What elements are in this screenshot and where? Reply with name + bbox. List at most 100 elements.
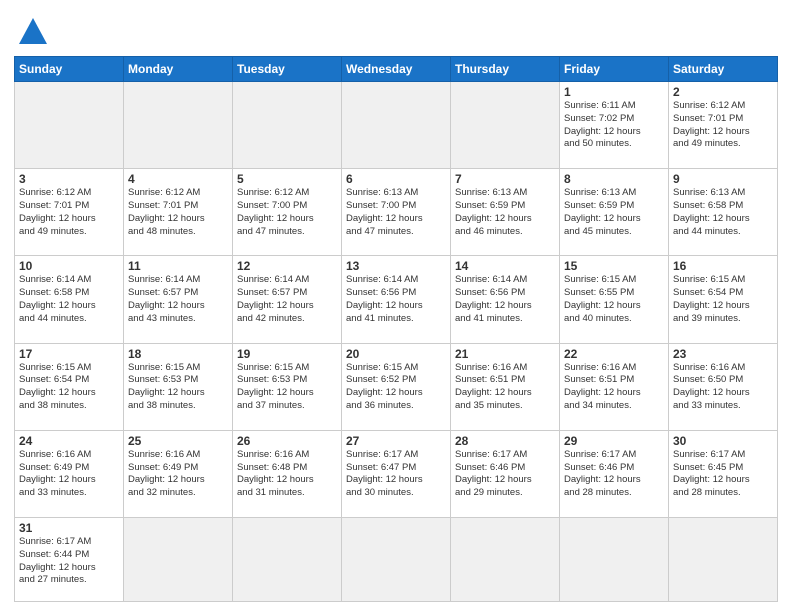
day-number: 25 bbox=[128, 434, 228, 448]
day-info: Sunrise: 6:16 AM Sunset: 6:51 PM Dayligh… bbox=[455, 362, 555, 413]
weekday-header-saturday: Saturday bbox=[669, 57, 778, 82]
day-number: 11 bbox=[128, 259, 228, 273]
day-number: 20 bbox=[346, 347, 446, 361]
day-number: 4 bbox=[128, 172, 228, 186]
week-row-1: 1Sunrise: 6:11 AM Sunset: 7:02 PM Daylig… bbox=[15, 82, 778, 169]
calendar-cell: 27Sunrise: 6:17 AM Sunset: 6:47 PM Dayli… bbox=[342, 430, 451, 517]
day-info: Sunrise: 6:13 AM Sunset: 6:59 PM Dayligh… bbox=[564, 187, 664, 238]
day-info: Sunrise: 6:15 AM Sunset: 6:54 PM Dayligh… bbox=[19, 362, 119, 413]
calendar-cell: 17Sunrise: 6:15 AM Sunset: 6:54 PM Dayli… bbox=[15, 343, 124, 430]
calendar-cell: 20Sunrise: 6:15 AM Sunset: 6:52 PM Dayli… bbox=[342, 343, 451, 430]
calendar-cell: 19Sunrise: 6:15 AM Sunset: 6:53 PM Dayli… bbox=[233, 343, 342, 430]
calendar-cell bbox=[233, 82, 342, 169]
day-number: 28 bbox=[455, 434, 555, 448]
calendar-cell bbox=[124, 82, 233, 169]
calendar-cell: 2Sunrise: 6:12 AM Sunset: 7:01 PM Daylig… bbox=[669, 82, 778, 169]
week-row-6: 31Sunrise: 6:17 AM Sunset: 6:44 PM Dayli… bbox=[15, 517, 778, 601]
weekday-header-sunday: Sunday bbox=[15, 57, 124, 82]
calendar-cell: 29Sunrise: 6:17 AM Sunset: 6:46 PM Dayli… bbox=[560, 430, 669, 517]
day-number: 3 bbox=[19, 172, 119, 186]
day-number: 23 bbox=[673, 347, 773, 361]
day-info: Sunrise: 6:14 AM Sunset: 6:58 PM Dayligh… bbox=[19, 274, 119, 325]
day-number: 13 bbox=[346, 259, 446, 273]
day-number: 8 bbox=[564, 172, 664, 186]
day-number: 7 bbox=[455, 172, 555, 186]
day-number: 18 bbox=[128, 347, 228, 361]
week-row-3: 10Sunrise: 6:14 AM Sunset: 6:58 PM Dayli… bbox=[15, 256, 778, 343]
calendar-cell bbox=[124, 517, 233, 601]
day-info: Sunrise: 6:12 AM Sunset: 7:01 PM Dayligh… bbox=[19, 187, 119, 238]
calendar-cell: 30Sunrise: 6:17 AM Sunset: 6:45 PM Dayli… bbox=[669, 430, 778, 517]
calendar-cell: 28Sunrise: 6:17 AM Sunset: 6:46 PM Dayli… bbox=[451, 430, 560, 517]
calendar-cell: 18Sunrise: 6:15 AM Sunset: 6:53 PM Dayli… bbox=[124, 343, 233, 430]
day-info: Sunrise: 6:14 AM Sunset: 6:57 PM Dayligh… bbox=[128, 274, 228, 325]
day-number: 29 bbox=[564, 434, 664, 448]
calendar-cell: 25Sunrise: 6:16 AM Sunset: 6:49 PM Dayli… bbox=[124, 430, 233, 517]
day-info: Sunrise: 6:16 AM Sunset: 6:51 PM Dayligh… bbox=[564, 362, 664, 413]
logo-area bbox=[14, 10, 56, 48]
day-info: Sunrise: 6:12 AM Sunset: 7:01 PM Dayligh… bbox=[128, 187, 228, 238]
day-number: 31 bbox=[19, 521, 119, 535]
day-info: Sunrise: 6:17 AM Sunset: 6:44 PM Dayligh… bbox=[19, 536, 119, 587]
day-info: Sunrise: 6:15 AM Sunset: 6:55 PM Dayligh… bbox=[564, 274, 664, 325]
calendar-cell: 26Sunrise: 6:16 AM Sunset: 6:48 PM Dayli… bbox=[233, 430, 342, 517]
day-info: Sunrise: 6:13 AM Sunset: 6:59 PM Dayligh… bbox=[455, 187, 555, 238]
calendar-cell: 11Sunrise: 6:14 AM Sunset: 6:57 PM Dayli… bbox=[124, 256, 233, 343]
calendar-cell: 24Sunrise: 6:16 AM Sunset: 6:49 PM Dayli… bbox=[15, 430, 124, 517]
calendar-cell bbox=[233, 517, 342, 601]
day-number: 2 bbox=[673, 85, 773, 99]
weekday-header-row: SundayMondayTuesdayWednesdayThursdayFrid… bbox=[15, 57, 778, 82]
day-info: Sunrise: 6:14 AM Sunset: 6:56 PM Dayligh… bbox=[346, 274, 446, 325]
calendar-cell: 23Sunrise: 6:16 AM Sunset: 6:50 PM Dayli… bbox=[669, 343, 778, 430]
calendar-cell: 6Sunrise: 6:13 AM Sunset: 7:00 PM Daylig… bbox=[342, 169, 451, 256]
day-number: 30 bbox=[673, 434, 773, 448]
calendar-cell bbox=[15, 82, 124, 169]
calendar-cell bbox=[342, 82, 451, 169]
day-number: 9 bbox=[673, 172, 773, 186]
calendar-cell: 4Sunrise: 6:12 AM Sunset: 7:01 PM Daylig… bbox=[124, 169, 233, 256]
logo-icon bbox=[14, 10, 52, 48]
day-number: 19 bbox=[237, 347, 337, 361]
day-number: 10 bbox=[19, 259, 119, 273]
day-number: 17 bbox=[19, 347, 119, 361]
day-number: 14 bbox=[455, 259, 555, 273]
day-info: Sunrise: 6:17 AM Sunset: 6:46 PM Dayligh… bbox=[455, 449, 555, 500]
calendar-cell bbox=[669, 517, 778, 601]
week-row-5: 24Sunrise: 6:16 AM Sunset: 6:49 PM Dayli… bbox=[15, 430, 778, 517]
day-number: 5 bbox=[237, 172, 337, 186]
week-row-2: 3Sunrise: 6:12 AM Sunset: 7:01 PM Daylig… bbox=[15, 169, 778, 256]
weekday-header-wednesday: Wednesday bbox=[342, 57, 451, 82]
weekday-header-thursday: Thursday bbox=[451, 57, 560, 82]
calendar-cell: 14Sunrise: 6:14 AM Sunset: 6:56 PM Dayli… bbox=[451, 256, 560, 343]
day-number: 22 bbox=[564, 347, 664, 361]
calendar-cell: 3Sunrise: 6:12 AM Sunset: 7:01 PM Daylig… bbox=[15, 169, 124, 256]
day-info: Sunrise: 6:14 AM Sunset: 6:56 PM Dayligh… bbox=[455, 274, 555, 325]
day-info: Sunrise: 6:17 AM Sunset: 6:45 PM Dayligh… bbox=[673, 449, 773, 500]
day-info: Sunrise: 6:16 AM Sunset: 6:49 PM Dayligh… bbox=[128, 449, 228, 500]
day-info: Sunrise: 6:14 AM Sunset: 6:57 PM Dayligh… bbox=[237, 274, 337, 325]
day-number: 12 bbox=[237, 259, 337, 273]
day-number: 1 bbox=[564, 85, 664, 99]
day-number: 16 bbox=[673, 259, 773, 273]
calendar-cell: 13Sunrise: 6:14 AM Sunset: 6:56 PM Dayli… bbox=[342, 256, 451, 343]
day-info: Sunrise: 6:12 AM Sunset: 7:01 PM Dayligh… bbox=[673, 100, 773, 151]
day-info: Sunrise: 6:16 AM Sunset: 6:49 PM Dayligh… bbox=[19, 449, 119, 500]
weekday-header-tuesday: Tuesday bbox=[233, 57, 342, 82]
week-row-4: 17Sunrise: 6:15 AM Sunset: 6:54 PM Dayli… bbox=[15, 343, 778, 430]
day-number: 6 bbox=[346, 172, 446, 186]
calendar-cell: 12Sunrise: 6:14 AM Sunset: 6:57 PM Dayli… bbox=[233, 256, 342, 343]
calendar-cell: 16Sunrise: 6:15 AM Sunset: 6:54 PM Dayli… bbox=[669, 256, 778, 343]
calendar-cell: 10Sunrise: 6:14 AM Sunset: 6:58 PM Dayli… bbox=[15, 256, 124, 343]
calendar-page: SundayMondayTuesdayWednesdayThursdayFrid… bbox=[0, 0, 792, 612]
weekday-header-monday: Monday bbox=[124, 57, 233, 82]
logo-container bbox=[14, 10, 56, 48]
day-number: 21 bbox=[455, 347, 555, 361]
day-info: Sunrise: 6:13 AM Sunset: 6:58 PM Dayligh… bbox=[673, 187, 773, 238]
day-number: 24 bbox=[19, 434, 119, 448]
calendar-cell: 1Sunrise: 6:11 AM Sunset: 7:02 PM Daylig… bbox=[560, 82, 669, 169]
day-info: Sunrise: 6:12 AM Sunset: 7:00 PM Dayligh… bbox=[237, 187, 337, 238]
calendar-cell bbox=[342, 517, 451, 601]
day-info: Sunrise: 6:16 AM Sunset: 6:50 PM Dayligh… bbox=[673, 362, 773, 413]
day-number: 15 bbox=[564, 259, 664, 273]
calendar-cell: 21Sunrise: 6:16 AM Sunset: 6:51 PM Dayli… bbox=[451, 343, 560, 430]
